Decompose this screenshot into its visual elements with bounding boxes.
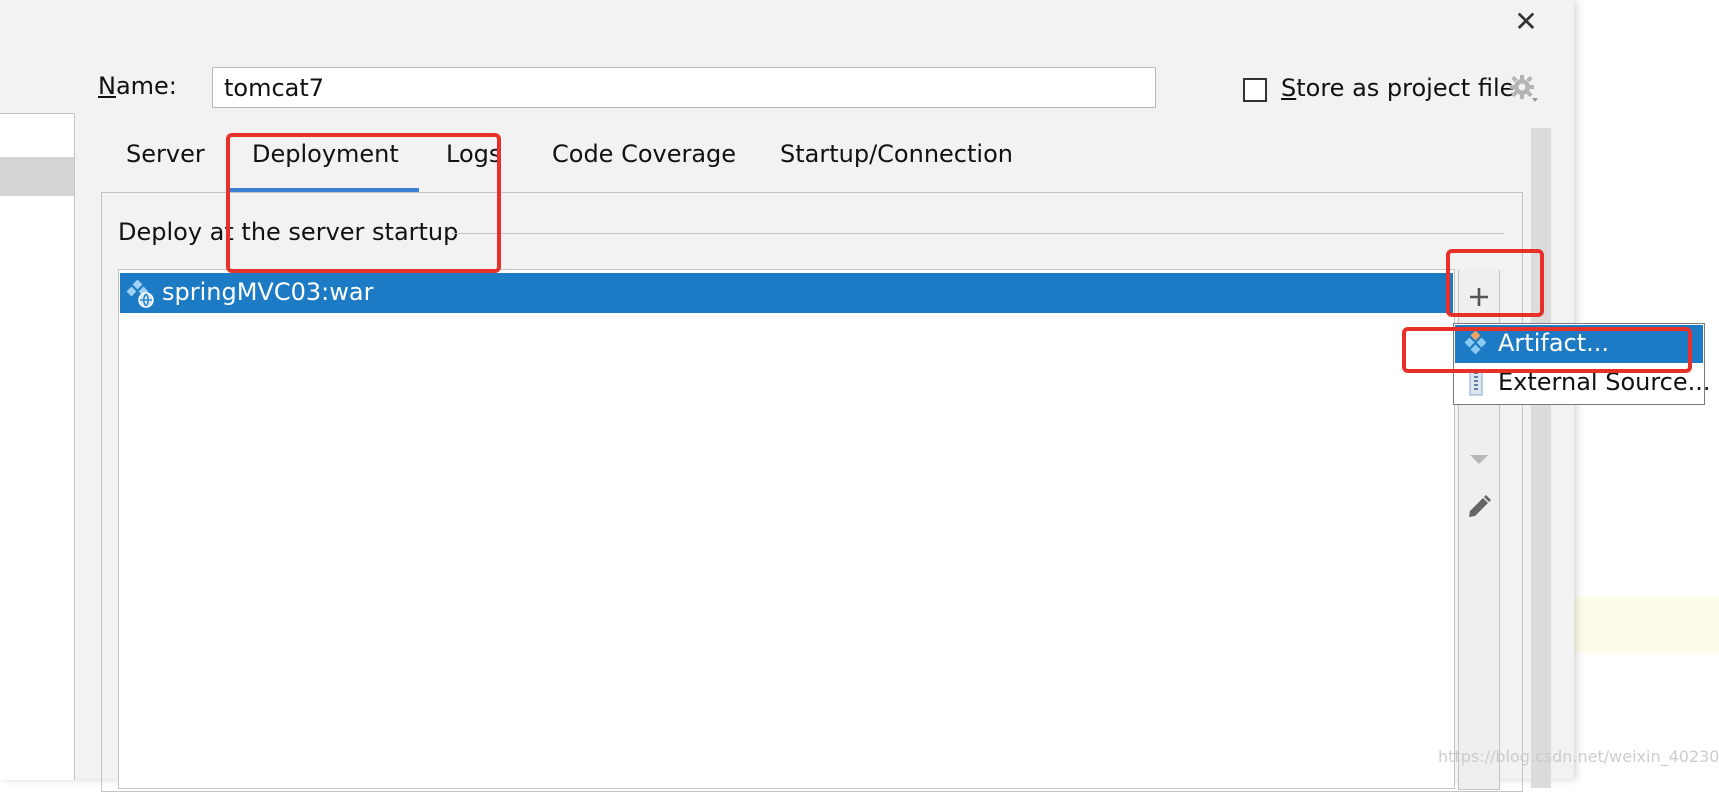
scrollbar[interactable] <box>1531 128 1551 788</box>
archive-icon <box>1462 369 1490 397</box>
menu-item-label: External Source... <box>1498 368 1711 396</box>
menu-item-label: Artifact... <box>1498 329 1610 357</box>
configuration-tree-selected-row[interactable] <box>0 157 74 196</box>
add-button[interactable] <box>1462 280 1496 314</box>
editor-highlight-band <box>1574 597 1719 653</box>
close-icon[interactable]: ✕ <box>1510 6 1542 38</box>
store-as-project-file-checkbox[interactable] <box>1243 78 1267 102</box>
tab-deployment[interactable]: Deployment <box>252 140 399 168</box>
name-label-mnemonic: N <box>98 72 116 100</box>
tab-startup-connection[interactable]: Startup/Connection <box>780 140 1013 168</box>
artifact-war-icon <box>126 279 156 309</box>
tab-server[interactable]: Server <box>126 140 205 168</box>
menu-item-external-source[interactable]: External Source... <box>1455 364 1711 402</box>
name-label: Name: <box>98 72 177 100</box>
artifact-icon <box>1462 330 1490 358</box>
list-item-label: springMVC03:war <box>162 278 374 306</box>
run-configuration-dialog: ✕ Name: Store as project file Server Dep… <box>0 0 1574 792</box>
menu-item-artifact[interactable]: Artifact... <box>1455 325 1703 363</box>
configuration-tree-pane[interactable] <box>0 113 75 780</box>
list-item[interactable]: springMVC03:war <box>120 273 1453 313</box>
plus-icon <box>1470 288 1488 306</box>
store-as-project-file-label[interactable]: Store as project file <box>1281 74 1514 102</box>
gear-icon[interactable] <box>1509 74 1539 104</box>
triangle-down-icon <box>1470 455 1488 464</box>
pencil-icon <box>1469 495 1491 517</box>
move-down-button[interactable] <box>1462 443 1496 477</box>
store-label-text: tore as project file <box>1296 74 1515 102</box>
tab-code-coverage[interactable]: Code Coverage <box>552 140 736 168</box>
store-label-mnemonic: S <box>1281 74 1297 102</box>
artifact-list[interactable] <box>118 269 1455 789</box>
section-title: Deploy at the server startup <box>118 218 459 246</box>
name-input[interactable] <box>212 67 1156 108</box>
edit-button[interactable] <box>1462 490 1496 524</box>
section-separator <box>452 233 1504 234</box>
name-label-text: ame: <box>115 72 177 100</box>
tab-logs[interactable]: Logs <box>446 140 501 168</box>
watermark: https://blog.csdn.net/weixin_40230656 <box>1438 747 1719 766</box>
add-popup-menu: Artifact... External Source... <box>1453 323 1711 405</box>
